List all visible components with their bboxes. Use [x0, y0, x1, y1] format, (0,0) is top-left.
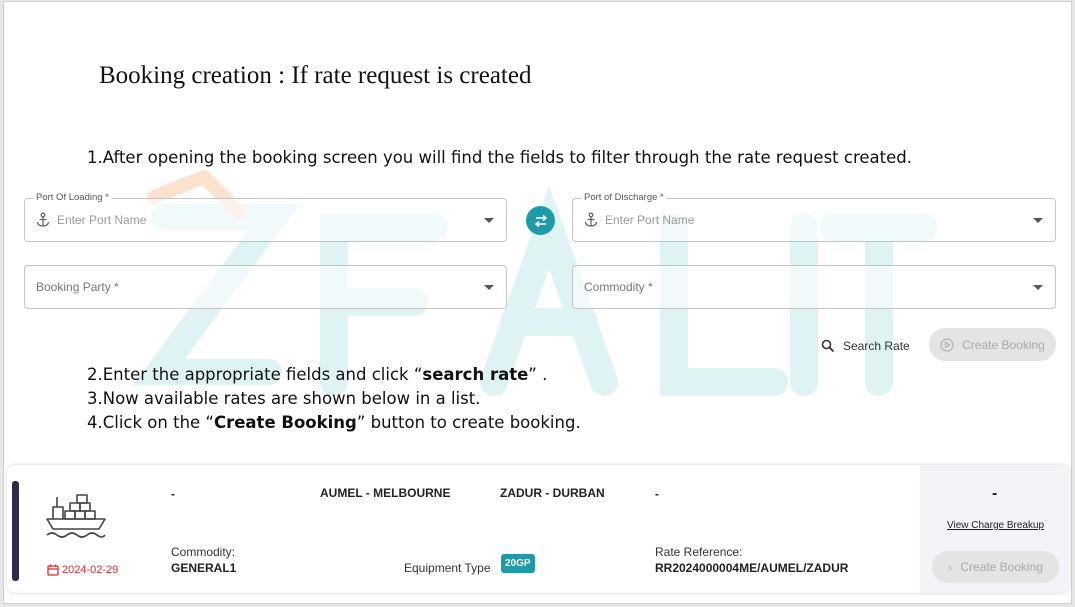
commodity-placeholder: Commodity *	[584, 280, 653, 294]
booking-party-placeholder: Booking Party *	[36, 280, 119, 294]
port-of-discharge-label: Port of Discharge *	[581, 192, 667, 204]
view-charge-breakup-link[interactable]: View Charge Breakup	[947, 520, 1044, 531]
create-booking-label: Create Booking	[962, 337, 1045, 352]
booking-party-field[interactable]: Booking Party *	[24, 265, 507, 309]
step-3-text: 3.Now available rates are shown below in…	[87, 389, 481, 408]
destination-port: ZADUR - DURBAN	[500, 486, 605, 500]
rate-result-card[interactable]: 2024-02-29 - AUMEL - MELBOURNE ZADUR - D…	[7, 465, 1070, 593]
page-title: Booking creation : If rate request is cr…	[99, 62, 532, 89]
anchor-icon	[584, 212, 598, 227]
origin-port: AUMEL - MELBOURNE	[320, 486, 451, 500]
card-create-booking-button[interactable]: › Create Booking	[932, 551, 1059, 583]
card-col4-value: -	[655, 487, 659, 501]
chevron-down-icon[interactable]	[484, 285, 494, 290]
calendar-icon	[47, 564, 59, 576]
swap-ports-button[interactable]	[526, 206, 555, 235]
anchor-icon	[36, 212, 50, 227]
search-rate-label: Search Rate	[843, 339, 910, 353]
chevron-down-icon[interactable]	[1033, 285, 1043, 290]
play-circle-icon	[940, 337, 954, 352]
cargo-ship-icon	[46, 494, 106, 538]
chevron-right-icon: ›	[947, 559, 953, 575]
commodity-field[interactable]: Commodity *	[572, 265, 1056, 309]
port-of-discharge-placeholder: Enter Port Name	[605, 213, 695, 227]
rate-date: 2024-02-29	[47, 564, 118, 576]
card-col1-value: -	[171, 487, 175, 501]
card-accent-bar	[12, 481, 19, 581]
card-create-booking-label: Create Booking	[960, 560, 1044, 574]
chevron-down-icon[interactable]	[1033, 218, 1043, 223]
port-of-loading-label: Port Of Loading *	[33, 192, 112, 204]
step-1-text: 1.After opening the booking screen you w…	[87, 148, 912, 167]
create-booking-button[interactable]: Create Booking	[929, 328, 1056, 361]
rate-reference-value: RR2024000004ME/AUMEL/ZADUR	[655, 561, 849, 575]
price-value: -	[992, 485, 998, 502]
slide: Booking creation : If rate request is cr…	[3, 1, 1072, 604]
rate-reference-label: Rate Reference:	[655, 545, 743, 559]
commodity-value: GENERAL1	[171, 561, 237, 575]
price-panel: - View Charge Breakup › Create Booking	[920, 465, 1070, 593]
swap-icon	[534, 214, 547, 227]
rate-date-value: 2024-02-29	[62, 564, 119, 576]
port-of-loading-placeholder: Enter Port Name	[57, 213, 147, 227]
equipment-type-label: Equipment Type	[404, 561, 491, 575]
step-4-bold: Create Booking	[213, 413, 357, 432]
step-2-text: 2.Enter the appropriate fields and click…	[87, 365, 548, 384]
port-of-discharge-field[interactable]: Port of Discharge * Enter Port Name	[572, 192, 1056, 242]
port-of-loading-field[interactable]: Port Of Loading * Enter Port Name	[24, 192, 507, 242]
chevron-down-icon[interactable]	[484, 218, 494, 223]
search-icon	[821, 339, 835, 353]
equipment-type-badge: 20GP	[501, 554, 535, 573]
step-4-text: 4.Click on the “Create Booking” button t…	[87, 413, 581, 432]
commodity-label: Commodity:	[171, 545, 236, 559]
search-rate-button[interactable]: Search Rate	[821, 337, 910, 355]
step-2-bold: search rate	[422, 365, 529, 384]
